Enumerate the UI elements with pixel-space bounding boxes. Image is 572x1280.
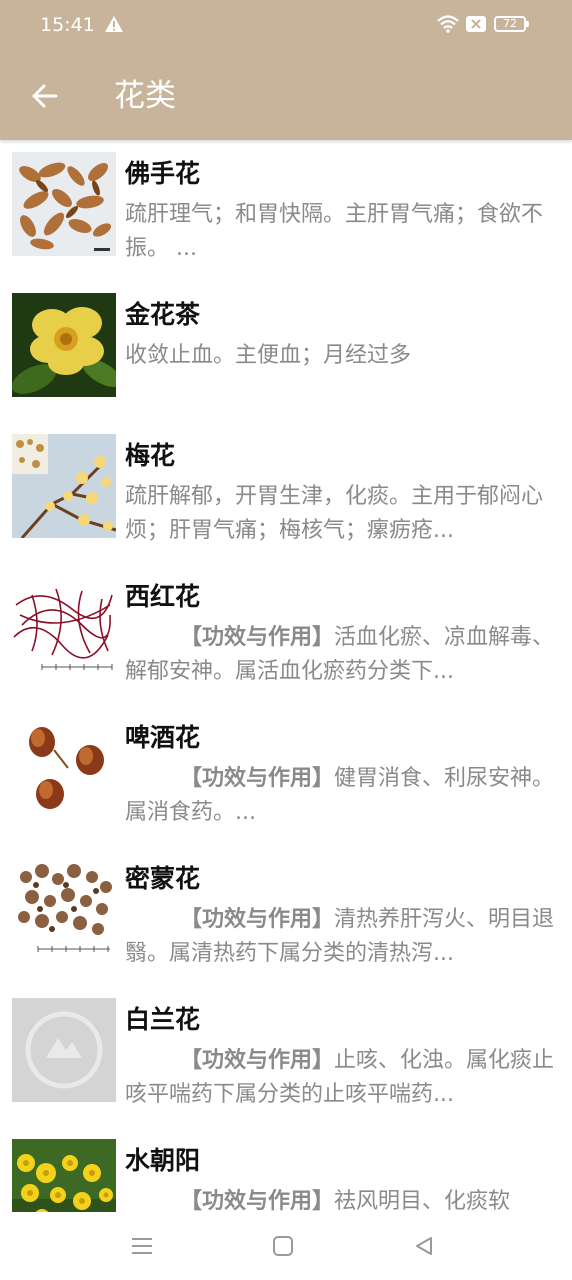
item-desc-header: 【功效与作用】: [180, 1189, 335, 1212]
item-thumbnail: [12, 575, 116, 679]
status-time: 15:41: [40, 14, 95, 36]
item-thumbnail: [12, 857, 116, 961]
item-desc-header: 【功效与作用】: [180, 1048, 335, 1073]
item-thumbnail: [12, 152, 116, 256]
item-description: 疏肝解郁，开胃生津，化痰。主用于郁闷心烦；肝胃气痛；梅核气；瘰疬疮...: [125, 480, 557, 548]
item-title: 密蒙花: [125, 864, 201, 893]
item-description: 【功效与作用】清热养肝泻火、明目退翳。属清热药下属分类的清热泻...: [125, 903, 557, 971]
list-item[interactable]: 佛手花 疏肝理气；和胃快隔。主肝胃气痛；食欲不振。 ...: [0, 140, 572, 281]
item-desc-header: 【功效与作用】: [180, 766, 335, 791]
item-description: 【功效与作用】健胃消食、利尿安神。属消食药。...: [125, 762, 557, 830]
item-thumbnail: [12, 293, 116, 397]
item-description: 收敛止血。主便血；月经过多: [125, 339, 557, 373]
list-item[interactable]: 金花茶 收敛止血。主便血；月经过多: [0, 281, 572, 422]
item-desc-text: 疏肝理气；和胃快隔。主肝胃气痛；食欲不振。 ...: [125, 202, 544, 261]
x-box-icon: [466, 16, 486, 32]
item-title: 啤酒花: [125, 723, 201, 752]
item-title: 西红花: [125, 582, 201, 611]
item-desc-header: 【功效与作用】: [180, 907, 335, 932]
page-title: 花类: [114, 78, 176, 114]
item-description: 【功效与作用】祛风明目、化痰软: [125, 1185, 557, 1212]
item-desc-text: 疏肝解郁，开胃生津，化痰。主用于郁闷心烦；肝胃气痛；梅核气；瘰疬疮...: [125, 484, 544, 543]
image-placeholder-icon: [12, 998, 116, 1102]
warning-icon: [105, 16, 123, 32]
home-square-icon[interactable]: [269, 1232, 297, 1260]
item-title: 梅花: [125, 441, 176, 470]
system-nav-bar: [0, 1212, 572, 1280]
item-desc-text: 收敛止血。主便血；月经过多: [125, 343, 412, 368]
item-desc-header: 【功效与作用】: [180, 625, 335, 650]
app-bar: 花类: [0, 52, 572, 140]
menu-icon[interactable]: [128, 1232, 156, 1260]
status-bar: 15:41 72: [0, 0, 572, 52]
item-title: 白兰花: [125, 1005, 201, 1034]
back-triangle-icon[interactable]: [410, 1232, 438, 1260]
battery-icon: 72: [494, 16, 529, 32]
list-item[interactable]: 西红花 【功效与作用】活血化瘀、凉血解毒、解郁安神。属活血化瘀药分类下...: [0, 563, 572, 704]
item-description: 【功效与作用】活血化瘀、凉血解毒、解郁安神。属活血化瘀药分类下...: [125, 621, 557, 689]
list-item[interactable]: 白兰花 【功效与作用】止咳、化浊。属化痰止咳平喘药下属分类的止咳平喘药...: [0, 986, 572, 1127]
back-button[interactable]: [24, 74, 68, 118]
item-description: 疏肝理气；和胃快隔。主肝胃气痛；食欲不振。 ...: [125, 198, 557, 266]
item-description: 【功效与作用】止咳、化浊。属化痰止咳平喘药下属分类的止咳平喘药...: [125, 1044, 557, 1112]
herb-list: 佛手花 疏肝理气；和胃快隔。主肝胃气痛；食欲不振。 ... 金花茶 收敛止血。主…: [0, 140, 572, 1212]
list-item[interactable]: 水朝阳 【功效与作用】祛风明目、化痰软: [0, 1127, 572, 1212]
list-item[interactable]: 啤酒花 【功效与作用】健胃消食、利尿安神。属消食药。...: [0, 704, 572, 845]
item-title: 水朝阳: [125, 1146, 201, 1175]
list-item[interactable]: 梅花 疏肝解郁，开胃生津，化痰。主用于郁闷心烦；肝胃气痛；梅核气；瘰疬疮...: [0, 422, 572, 563]
item-thumbnail: [12, 1139, 116, 1212]
item-thumbnail: [12, 716, 116, 820]
item-desc-text: 祛风明目、化痰软: [334, 1189, 511, 1212]
item-title: 金花茶: [125, 300, 201, 329]
wifi-icon: [437, 15, 459, 33]
item-title: 佛手花: [125, 159, 201, 188]
item-thumbnail: [12, 434, 116, 538]
list-item[interactable]: 密蒙花 【功效与作用】清热养肝泻火、明目退翳。属清热药下属分类的清热泻...: [0, 845, 572, 986]
